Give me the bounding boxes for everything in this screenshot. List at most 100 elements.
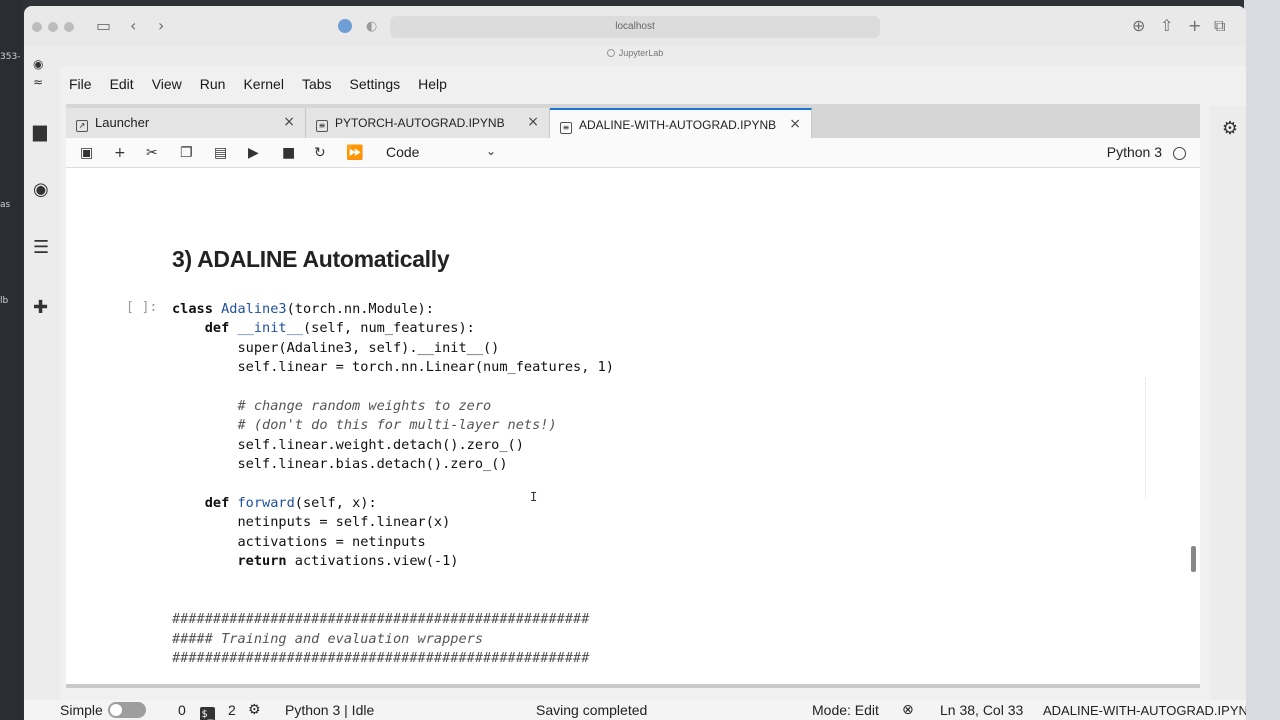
code-token: (torch.nn.Module): bbox=[286, 301, 434, 317]
close-icon[interactable]: × bbox=[527, 114, 539, 130]
browser-window: ▭ ‹ › ◐ localhost ⊕ ⇧ + ⧉ JupyterLab ◉ ≈… bbox=[24, 6, 1246, 720]
chevron-down-icon[interactable]: ⌄ bbox=[486, 144, 496, 158]
menu-file[interactable]: File bbox=[60, 72, 101, 96]
code-line: def __init__(self, num_features): bbox=[172, 319, 614, 338]
minimize-window-button[interactable] bbox=[48, 22, 58, 32]
sidebar-toggle-icon[interactable]: ▭ bbox=[96, 16, 111, 36]
kernel-name[interactable]: Python 3 bbox=[1107, 144, 1162, 160]
close-icon[interactable]: × bbox=[789, 116, 801, 132]
tab-launcher[interactable]: ↗ Launcher × bbox=[66, 108, 306, 138]
run-icon[interactable]: ▶ bbox=[248, 144, 259, 162]
maximize-window-button[interactable] bbox=[64, 22, 74, 32]
scrollbar[interactable] bbox=[1191, 546, 1196, 572]
code-token: forward bbox=[237, 494, 295, 511]
extension-puzzle-icon[interactable]: ✚ bbox=[33, 298, 48, 318]
code-token: ########################################… bbox=[172, 611, 590, 628]
menu-help[interactable]: Help bbox=[409, 72, 456, 96]
notebook-icon: ≡ bbox=[560, 122, 572, 134]
new-tab-icon[interactable]: + bbox=[1188, 16, 1201, 36]
code-token: class bbox=[172, 301, 222, 317]
close-icon[interactable]: × bbox=[283, 114, 295, 130]
cell-prompt: [ ]: bbox=[126, 300, 158, 315]
status-filename: ADALINE-WITH-AUTOGRAD.IPYNB bbox=[1043, 703, 1246, 718]
tab-label: PYTORCH-AUTOGRAD.IPYNB bbox=[335, 116, 505, 130]
status-bar: Simple 0 $_ 2 ⚙ Python 3 | Idle Saving c… bbox=[24, 700, 1246, 720]
tab-pytorch-autograd[interactable]: ≡ PYTORCH-AUTOGRAD.IPYNB × bbox=[306, 108, 550, 138]
menu-edit[interactable]: Edit bbox=[101, 72, 143, 96]
terminal-count[interactable]: 0 bbox=[178, 702, 186, 718]
stop-icon[interactable]: ■ bbox=[282, 144, 295, 162]
share-icon[interactable]: ⇧ bbox=[1160, 16, 1173, 36]
menu-tabs[interactable]: Tabs bbox=[293, 72, 341, 96]
address-bar[interactable]: localhost bbox=[390, 16, 880, 38]
code-token: Adaline3 bbox=[221, 301, 287, 317]
table-of-contents-icon[interactable]: ☰ bbox=[33, 238, 49, 258]
menu-view[interactable]: View bbox=[143, 72, 191, 96]
jupyter-logo-icon: ◉ bbox=[33, 57, 44, 71]
restart-icon[interactable]: ↻ bbox=[314, 144, 326, 162]
browser-titlebar: ▭ ‹ › ◐ localhost ⊕ ⇧ + ⧉ bbox=[24, 6, 1246, 46]
code-line: return activations.view(-1) bbox=[172, 552, 614, 571]
menu-settings[interactable]: Settings bbox=[341, 72, 410, 96]
code-token: super(Adaline3, self).__init__() bbox=[172, 339, 500, 356]
text-cursor: I bbox=[530, 490, 538, 504]
menu-run[interactable]: Run bbox=[191, 72, 235, 96]
tab-adaline-with-autograd[interactable]: ≡ ADALINE-WITH-AUTOGRAD.IPYNB × bbox=[550, 108, 812, 138]
menu-kernel[interactable]: Kernel bbox=[234, 72, 292, 96]
left-sidebar: ◉ ≈ ▆ ◉ ☰ ✚ bbox=[24, 57, 60, 720]
code-token: self.linear.weight.detach().zero_() bbox=[172, 436, 524, 453]
markdown-heading: 3) ADALINE Automatically bbox=[172, 246, 450, 272]
code-token: self.linear = torch.nn.Linear(num_featur… bbox=[172, 359, 614, 376]
stop-circle-icon[interactable]: ◉ bbox=[33, 180, 49, 200]
jupyterlab-app: ◉ ≈ ▆ ◉ ☰ ✚ File Edit View Run Kernel Ta… bbox=[24, 57, 1246, 720]
close-window-button[interactable] bbox=[32, 22, 42, 32]
paste-icon[interactable]: ▤ bbox=[214, 144, 227, 162]
code-line: ########################################… bbox=[172, 610, 614, 629]
insert-cell-icon[interactable]: + bbox=[114, 144, 126, 162]
code-token: (self, x): bbox=[294, 494, 377, 511]
fast-forward-icon[interactable]: ⏩ bbox=[346, 144, 363, 162]
cell-type-select[interactable]: Code bbox=[386, 144, 419, 160]
code-line: activations = netinputs bbox=[172, 533, 614, 552]
code-token: ##### Training and evaluation wrappers bbox=[172, 630, 483, 647]
desktop-fragment: 353- bbox=[0, 52, 21, 62]
copy-icon[interactable]: ❐ bbox=[180, 144, 193, 162]
forward-icon[interactable]: › bbox=[158, 16, 164, 36]
bug-icon[interactable]: ⊗ bbox=[902, 702, 914, 718]
jupyter-swirl-icon: ≈ bbox=[33, 75, 44, 89]
simple-mode-toggle[interactable] bbox=[108, 702, 146, 718]
notebook-icon: ≡ bbox=[316, 120, 328, 132]
editor-mode[interactable]: Mode: Edit bbox=[812, 702, 879, 718]
kernel-count[interactable]: 2 bbox=[228, 702, 236, 718]
code-line: ##### Training and evaluation wrappers bbox=[172, 630, 614, 649]
cut-icon[interactable]: ✂ bbox=[146, 144, 158, 162]
code-line: netinputs = self.linear(x) bbox=[172, 513, 614, 532]
launcher-icon: ↗ bbox=[76, 120, 88, 132]
desktop-fragment: as bbox=[0, 200, 11, 210]
code-line: self.linear.weight.detach().zero_() bbox=[172, 436, 614, 455]
code-token: return bbox=[237, 553, 287, 570]
download-icon[interactable]: ⊕ bbox=[1132, 16, 1145, 36]
kernel-status-icon bbox=[1173, 147, 1186, 160]
cursor-position[interactable]: Ln 38, Col 33 bbox=[940, 702, 1023, 718]
code-cell-editor[interactable]: class Adaline3(torch.nn.Module): def __i… bbox=[172, 300, 614, 668]
property-inspector-icon[interactable]: ⚙ bbox=[1222, 118, 1238, 139]
notebook-panel[interactable]: 3) ADALINE Automatically [ ]: class Adal… bbox=[66, 168, 1200, 688]
right-sidebar bbox=[1210, 106, 1246, 720]
shield-icon[interactable]: ◐ bbox=[366, 19, 377, 34]
code-line: class Adaline3(torch.nn.Module): bbox=[172, 300, 614, 319]
folder-icon[interactable]: ▆ bbox=[33, 122, 47, 142]
terminal-icon[interactable]: $_ bbox=[200, 702, 215, 720]
back-icon[interactable]: ‹ bbox=[130, 16, 136, 36]
save-icon[interactable]: ▣ bbox=[80, 144, 93, 162]
code-token: # (don't do this for multi-layer nets!) bbox=[172, 417, 557, 434]
code-line: super(Adaline3, self).__init__() bbox=[172, 339, 614, 358]
tab-overview-icon[interactable]: ⧉ bbox=[1214, 16, 1225, 36]
extension-icon[interactable] bbox=[338, 19, 352, 33]
kernel-gear-icon[interactable]: ⚙ bbox=[248, 702, 261, 718]
kernel-status[interactable]: Python 3 | Idle bbox=[285, 702, 374, 718]
